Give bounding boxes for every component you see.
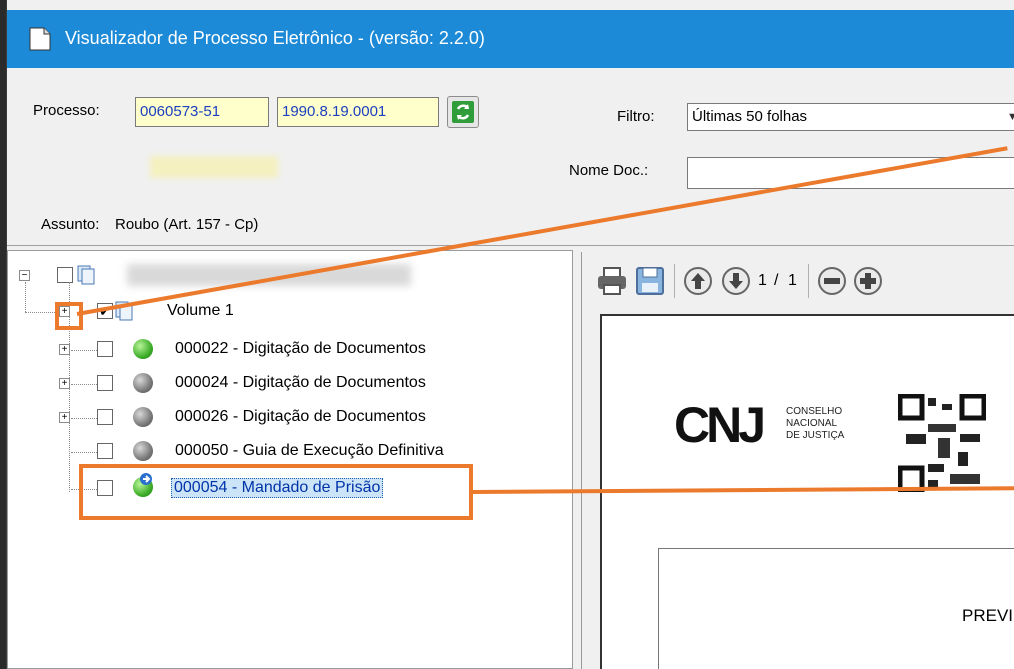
doc-checkbox[interactable] xyxy=(97,443,113,459)
nome-doc-input[interactable] xyxy=(687,157,1014,189)
tree-line xyxy=(71,418,97,419)
print-icon[interactable] xyxy=(596,265,628,297)
document-icon xyxy=(29,27,51,51)
filtro-select[interactable]: Últimas 50 folhas xyxy=(687,103,1014,131)
status-gray-icon xyxy=(133,407,153,427)
tree-item-label[interactable]: 000026 - Digitação de Documentos xyxy=(175,408,426,426)
assunto-label: Assunto: xyxy=(41,216,100,233)
processo-label: Processo: xyxy=(33,102,100,119)
tree-line xyxy=(71,384,97,385)
title-bar: Visualizador de Processo Eletrônico - (v… xyxy=(7,10,1014,68)
process-header: Processo: 0060573-51 1990.8.19.0001 Filt… xyxy=(7,68,1014,246)
annotation-box-expander xyxy=(55,302,83,330)
zoom-in-icon[interactable] xyxy=(852,265,884,297)
tree-line xyxy=(25,282,26,312)
status-gray-icon xyxy=(133,373,153,393)
status-green-icon xyxy=(133,339,153,359)
nome-doc-label: Nome Doc.: xyxy=(569,162,649,179)
processo-number-field[interactable]: 0060573-51 xyxy=(135,97,269,127)
tree-line xyxy=(71,350,97,351)
arrow-down-icon[interactable] xyxy=(720,265,752,297)
toolbar-separator xyxy=(808,264,809,298)
window-title: Visualizador de Processo Eletrônico - (v… xyxy=(65,28,485,48)
status-gray-icon xyxy=(133,441,153,461)
tree-item-label[interactable]: 000024 - Digitação de Documentos xyxy=(175,374,426,392)
doc-checkbox[interactable] xyxy=(97,375,113,391)
refresh-icon xyxy=(452,101,474,123)
page-current: 1 xyxy=(758,272,767,289)
processo-year-field[interactable]: 1990.8.19.0001 xyxy=(277,97,439,127)
collapse-icon[interactable]: − xyxy=(19,270,30,281)
cnj-logo: CNJ xyxy=(674,397,766,453)
app-window: Visualizador de Processo Eletrônico - (v… xyxy=(6,0,1014,669)
cnj-logo-subtitle: CONSELHO NACIONAL DE JUSTIÇA xyxy=(786,406,845,441)
document-content-box xyxy=(658,548,1014,669)
qr-code-icon xyxy=(898,394,986,492)
page-total: 1 xyxy=(788,272,797,289)
tree-item-label[interactable]: 000050 - Guia de Execução Definitiva xyxy=(175,442,444,460)
root-checkbox[interactable] xyxy=(57,267,73,283)
doc-checkbox[interactable] xyxy=(97,341,113,357)
expand-icon[interactable]: + xyxy=(59,344,70,355)
filtro-label: Filtro: xyxy=(617,108,655,125)
toolbar-separator xyxy=(674,264,675,298)
arrow-up-icon[interactable] xyxy=(682,265,714,297)
document-text: PREVI xyxy=(962,606,1014,625)
expand-icon[interactable]: + xyxy=(59,378,70,389)
refresh-button[interactable] xyxy=(447,96,479,128)
save-icon[interactable] xyxy=(634,265,666,297)
volume-label[interactable]: Volume 1 xyxy=(167,302,234,320)
tree-line xyxy=(71,452,97,453)
zoom-out-icon[interactable] xyxy=(816,265,848,297)
redacted-name xyxy=(150,156,278,178)
documents-icon xyxy=(77,265,95,285)
doc-checkbox[interactable] xyxy=(97,409,113,425)
chevron-down-icon[interactable]: ▼ xyxy=(1007,104,1014,130)
annotation-box-selected-item xyxy=(79,464,473,520)
page-separator: / xyxy=(774,272,779,289)
expand-icon[interactable]: + xyxy=(59,412,70,423)
tree-item-label[interactable]: 000022 - Digitação de Documentos xyxy=(175,340,426,358)
assunto-value: Roubo (Art. 157 - Cp) xyxy=(115,216,259,233)
redacted-root-label xyxy=(127,264,411,286)
header-divider xyxy=(7,245,1014,246)
document-viewer: 1 / 1 CNJ CONSELHO NACIONAL DE JUSTIÇA P… xyxy=(581,252,1014,669)
